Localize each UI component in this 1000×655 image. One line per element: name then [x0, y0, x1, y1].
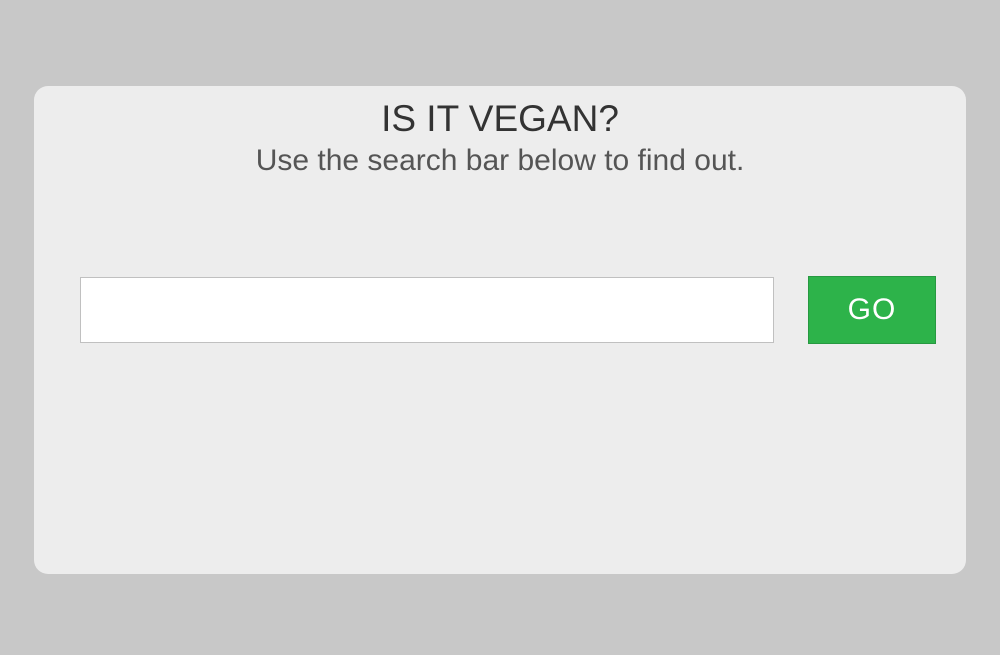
page-subtitle: Use the search bar below to find out. [34, 144, 966, 178]
go-button[interactable]: GO [808, 276, 936, 344]
page-title: IS IT VEGAN? [34, 98, 966, 140]
search-row: GO [34, 276, 966, 344]
main-panel: IS IT VEGAN? Use the search bar below to… [34, 86, 966, 574]
search-input[interactable] [80, 277, 774, 343]
